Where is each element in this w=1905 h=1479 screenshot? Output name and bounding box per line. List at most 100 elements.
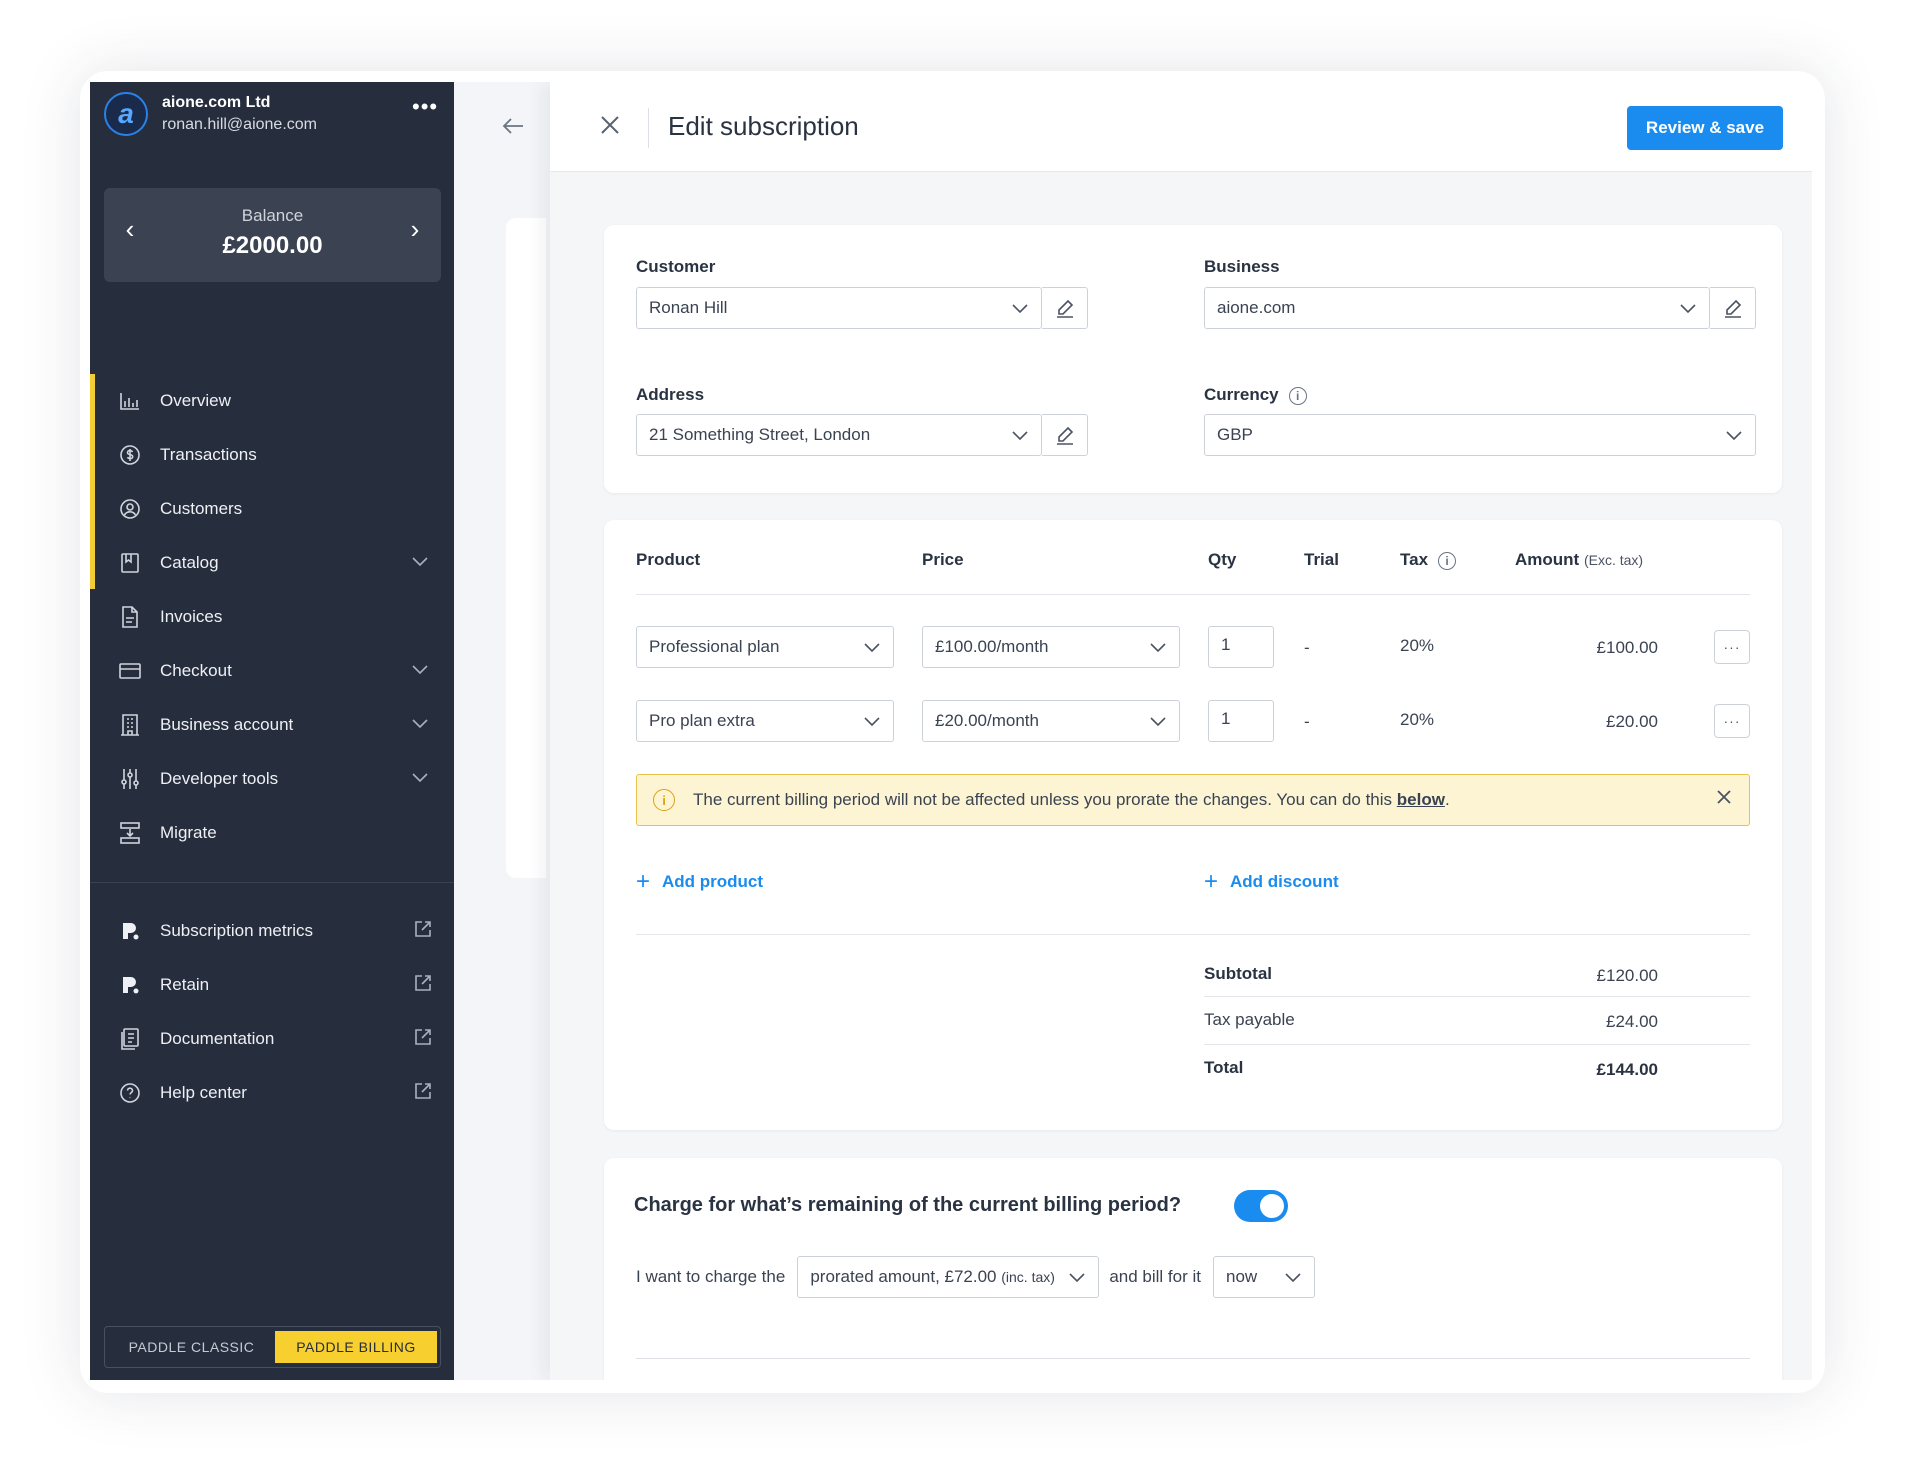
edit-subscription-panel: Edit subscription Review & save Customer… xyxy=(550,82,1812,1380)
quantity-input[interactable]: 1 xyxy=(1208,626,1274,668)
chevron-down-icon[interactable] xyxy=(412,768,428,788)
total-value: £144.00 xyxy=(1596,1060,1658,1079)
chevron-down-icon xyxy=(1149,638,1167,661)
proration-toggle[interactable] xyxy=(1234,1190,1288,1222)
address-select[interactable]: 21 Something Street, London xyxy=(636,414,1042,456)
customer-details-card: Customer Ronan Hill Business aione.com A… xyxy=(604,225,1782,493)
row-actions-button[interactable]: ··· xyxy=(1714,704,1750,738)
sidebar-item-customers[interactable]: Customers xyxy=(90,482,454,536)
product-select[interactable]: Professional plan xyxy=(636,626,894,668)
chevron-down-icon xyxy=(1011,426,1029,449)
sidebar-item-subscription-metrics[interactable]: Subscription metrics xyxy=(90,904,454,958)
price-select[interactable]: £20.00/month xyxy=(922,700,1180,742)
chevron-left-icon[interactable]: ‹ xyxy=(118,214,142,245)
more-horizontal-icon: ··· xyxy=(1723,713,1741,729)
chevron-down-icon xyxy=(1011,299,1029,322)
tax-payable-label: Tax payable xyxy=(1204,1010,1295,1029)
sidebar-item-label: Retain xyxy=(160,975,210,994)
review-save-button[interactable]: Review & save xyxy=(1627,106,1783,150)
customer-select[interactable]: Ronan Hill xyxy=(636,287,1042,329)
balance-label: Balance xyxy=(241,206,304,225)
info-icon[interactable]: i xyxy=(1438,551,1457,570)
pencil-icon xyxy=(1056,426,1073,445)
sidebar-item-overview[interactable]: Overview xyxy=(90,374,454,428)
business-select[interactable]: aione.com xyxy=(1204,287,1710,329)
product-mode-switch: PADDLE CLASSIC PADDLE BILLING xyxy=(104,1326,441,1368)
add-discount-button[interactable]: + Add discount xyxy=(1204,868,1339,896)
sidebar-item-invoices[interactable]: Invoices xyxy=(90,590,454,644)
row-actions-button[interactable]: ··· xyxy=(1714,630,1750,664)
account-switcher[interactable]: a aione.com Ltd ronan.hill@aione.com xyxy=(104,92,317,136)
column-header-tax: Tax i xyxy=(1400,550,1457,570)
arrow-left-icon[interactable] xyxy=(502,114,524,142)
proration-question: Charge for what’s remaining of the curre… xyxy=(634,1194,1182,1216)
sidebar-item-documentation[interactable]: Documentation xyxy=(90,1012,454,1066)
chevron-right-icon[interactable]: › xyxy=(403,214,427,245)
trial-value: - xyxy=(1304,638,1310,657)
billing-notice: i The current billing period will not be… xyxy=(636,774,1750,826)
add-product-button[interactable]: + Add product xyxy=(636,868,763,896)
amount-value: £100.00 xyxy=(1596,638,1658,657)
sidebar-item-business-account[interactable]: Business account xyxy=(90,698,454,752)
edit-customer-button[interactable] xyxy=(1042,287,1088,329)
sidebar-item-label: Catalog xyxy=(160,553,219,572)
chart-icon xyxy=(118,389,142,413)
sidebar-item-label: Subscription metrics xyxy=(160,921,314,940)
sidebar-item-checkout[interactable]: Checkout xyxy=(90,644,454,698)
mode-paddle-classic[interactable]: PADDLE CLASSIC xyxy=(108,1339,275,1355)
edit-business-button[interactable] xyxy=(1710,287,1756,329)
product-value: Professional plan xyxy=(649,637,780,656)
bill-timing-value: now xyxy=(1226,1267,1258,1286)
column-header-price: Price xyxy=(922,550,964,569)
customer-label: Customer xyxy=(636,257,716,276)
column-header-qty: Qty xyxy=(1208,550,1237,569)
amount-header-note: (Exc. tax) xyxy=(1583,552,1644,568)
more-horizontal-icon[interactable]: ••• xyxy=(412,96,438,118)
chevron-down-icon[interactable] xyxy=(412,552,428,572)
sidebar-item-label: Documentation xyxy=(160,1029,275,1048)
migrate-icon xyxy=(118,821,142,845)
bill-timing-select[interactable]: now xyxy=(1213,1256,1315,1298)
edit-address-button[interactable] xyxy=(1042,414,1088,456)
info-icon[interactable]: i xyxy=(1288,386,1307,405)
chevron-down-icon xyxy=(1068,1268,1086,1291)
totals-divider xyxy=(636,934,1750,935)
balance-value: £2000.00 xyxy=(222,232,323,259)
notice-link[interactable]: below xyxy=(1397,790,1445,810)
background-page xyxy=(454,82,546,1380)
plus-icon: + xyxy=(1204,868,1219,895)
sidebar-item-developer-tools[interactable]: Developer tools xyxy=(90,752,454,806)
toggle-knob xyxy=(1260,1194,1284,1218)
chevron-down-icon xyxy=(1284,1268,1302,1291)
chevron-down-icon[interactable] xyxy=(412,714,428,734)
quantity-input[interactable]: 1 xyxy=(1208,700,1274,742)
business-label: Business xyxy=(1204,257,1280,276)
page-title: Edit subscription xyxy=(668,111,859,141)
totals-row-divider xyxy=(1204,996,1750,997)
sidebar-item-help-center[interactable]: Help center xyxy=(90,1066,454,1120)
external-link-icon xyxy=(414,1082,432,1105)
sidebar-item-catalog[interactable]: Catalog xyxy=(90,536,454,590)
close-icon[interactable] xyxy=(600,112,620,140)
product-value: Pro plan extra xyxy=(649,711,755,730)
mode-paddle-billing[interactable]: PADDLE BILLING xyxy=(275,1331,437,1363)
dollar-circle-icon xyxy=(118,443,142,467)
charge-amount-select[interactable]: prorated amount, £72.00 (inc. tax) xyxy=(797,1256,1100,1298)
chevron-down-icon xyxy=(863,638,881,661)
sidebar-item-transactions[interactable]: Transactions xyxy=(90,428,454,482)
sidebar: a aione.com Ltd ronan.hill@aione.com •••… xyxy=(90,82,454,1380)
credit-card-icon xyxy=(118,659,142,683)
dismiss-notice-icon[interactable] xyxy=(1717,787,1731,810)
currency-select[interactable]: GBP xyxy=(1204,414,1756,456)
chevron-down-icon xyxy=(1725,426,1743,449)
balance-card: Balance £2000.00 ‹ › xyxy=(104,188,441,282)
sidebar-item-label: Transactions xyxy=(160,445,257,464)
price-select[interactable]: £100.00/month xyxy=(922,626,1180,668)
product-select[interactable]: Pro plan extra xyxy=(636,700,894,742)
sidebar-divider xyxy=(90,882,454,883)
header-divider xyxy=(648,108,649,148)
sidebar-item-migrate[interactable]: Migrate xyxy=(90,806,454,860)
chevron-down-icon[interactable] xyxy=(412,660,428,680)
sidebar-item-retain[interactable]: Retain xyxy=(90,958,454,1012)
more-horizontal-icon: ··· xyxy=(1723,639,1741,655)
